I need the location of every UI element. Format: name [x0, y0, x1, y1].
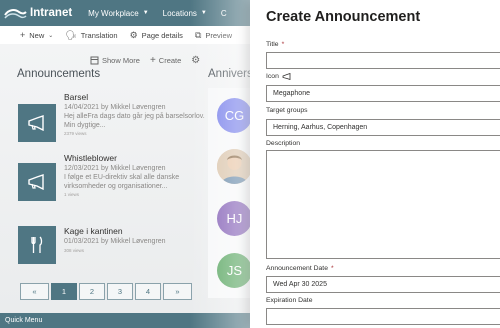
nav-label: Locations	[162, 8, 197, 18]
avatar[interactable]: JS	[217, 253, 252, 288]
announcement-date-label-text: Announcement Date	[266, 265, 328, 272]
preview-icon: ⧉	[194, 29, 202, 40]
avatar[interactable]: HJ	[217, 201, 252, 236]
announcement-meta: 12/03/2021 by Mikkel Løvengren	[64, 165, 166, 172]
panel-title: Create Announcement	[266, 9, 421, 25]
pager-page-3[interactable]: 3	[107, 283, 133, 300]
translation-button[interactable]: 🗣 Translation	[65, 30, 117, 41]
announcement-date-picker[interactable]: Wed Apr 30 2025	[266, 276, 500, 293]
required-marker: *	[281, 41, 285, 48]
description-textarea[interactable]	[266, 150, 500, 259]
webpart-toolbar: Show More + Create ⚙	[90, 55, 200, 66]
target-groups-label: Target groups	[266, 107, 308, 114]
pager-next-button[interactable]: »	[163, 283, 192, 300]
expiration-date-label-text: Expiration Date	[266, 297, 313, 304]
preview-button[interactable]: ⧉ Preview	[195, 30, 232, 41]
title-input[interactable]	[266, 52, 500, 69]
required-marker: *	[330, 265, 334, 272]
announcement-description: Hej alleFra dags dato går jeg på barsels…	[64, 113, 205, 129]
new-button[interactable]: + New ⌄	[20, 30, 53, 40]
expiration-date-label: Expiration Date	[266, 297, 312, 304]
announcement-meta: 14/04/2021 by Mikkel Løvengren	[64, 104, 166, 111]
create-label: Create	[158, 56, 182, 65]
announcement-title: Kage i kantinen	[64, 226, 123, 236]
pager-prev-button[interactable]: «	[20, 283, 49, 300]
nav-more[interactable]: C	[221, 9, 227, 18]
icon-field-label: Icon	[266, 73, 291, 80]
intranet-logo-icon[interactable]	[0, 0, 30, 26]
target-groups-input[interactable]: Herning, Aarhus, Copenhagen	[266, 119, 500, 136]
show-more-label: Show More	[102, 56, 140, 65]
announcement-description: I følge et EU-direktiv skal alle danske …	[64, 174, 180, 190]
nav-my-workplace[interactable]: My Workplace ▼	[88, 9, 148, 18]
avatar[interactable]: CG	[217, 98, 252, 133]
person-photo	[217, 149, 252, 184]
announcements-title: Announcements	[17, 68, 101, 80]
command-bar: + New ⌄ 🗣 Translation ⚙ Page details ⧉ Previe…	[0, 26, 260, 44]
nav-locations[interactable]: Locations ▼	[163, 9, 207, 18]
quick-menu-bar[interactable]: Quick Menu	[0, 313, 260, 328]
announcement-title: Whistleblower	[64, 153, 117, 163]
chevron-down-icon: ▼	[142, 10, 149, 16]
announcement-date-label: Announcement Date *	[266, 265, 334, 272]
icon-select[interactable]: Megaphone	[266, 85, 500, 102]
settings-gear-icon[interactable]: ⚙	[191, 55, 200, 66]
announcement-views: 1 views	[64, 192, 80, 197]
announcement-meta: 01/03/2021 by Mikkel Løvengren	[64, 238, 166, 245]
announcement-item[interactable]: Whistleblower 12/03/2021 by Mikkel Løven…	[18, 153, 218, 211]
fork-knife-icon	[18, 226, 56, 264]
megaphone-icon	[18, 163, 56, 201]
icon-label-text: Icon	[266, 73, 279, 80]
title-label-text: Title	[266, 41, 279, 48]
nav-label: My Workplace	[88, 8, 139, 18]
show-more-button[interactable]: Show More	[90, 56, 140, 65]
chevron-down-icon: ▼	[200, 10, 207, 16]
megaphone-icon	[282, 73, 291, 80]
translation-label: Translation	[80, 30, 118, 40]
new-label: New	[29, 30, 45, 40]
pager-page-2[interactable]: 2	[79, 283, 105, 300]
nav-label: C	[220, 8, 227, 18]
avatar[interactable]	[217, 149, 252, 184]
plus-icon: +	[20, 30, 26, 40]
create-announcement-panel: Create Announcement Title * Icon Megaphon…	[250, 0, 500, 328]
show-more-icon	[90, 56, 99, 65]
pagination: « 1 2 3 4 »	[20, 283, 192, 300]
description-label: Description	[266, 140, 300, 147]
description-label-text: Description	[266, 140, 300, 147]
announcement-item[interactable]: Kage i kantinen 01/03/2021 by Mikkel Løv…	[18, 226, 218, 271]
pager-page-4[interactable]: 4	[135, 283, 161, 300]
announcement-views: 2379 views	[64, 131, 87, 136]
pager-page-1[interactable]: 1	[51, 283, 77, 300]
target-groups-label-text: Target groups	[266, 107, 308, 114]
translate-icon: 🗣	[65, 29, 77, 40]
preview-label: Preview	[205, 30, 233, 40]
announcement-title: Barsel	[64, 92, 89, 102]
plus-icon: +	[149, 55, 156, 66]
quick-menu-label: Quick Menu	[5, 317, 43, 324]
page-details-label: Page details	[141, 30, 183, 40]
announcement-views: 308 views	[64, 248, 85, 253]
site-brand[interactable]: Intranet	[30, 7, 72, 19]
expiration-date-picker[interactable]	[266, 308, 500, 325]
gear-icon: ⚙	[129, 29, 138, 40]
create-button[interactable]: + Create	[150, 55, 181, 66]
chevron-down-icon: ⌄	[48, 32, 54, 39]
announcement-item[interactable]: Barsel 14/04/2021 by Mikkel Løvengren He…	[18, 92, 218, 150]
megaphone-icon	[18, 104, 56, 142]
title-field-label: Title *	[266, 41, 284, 48]
page-details-button[interactable]: ⚙ Page details	[130, 30, 183, 41]
